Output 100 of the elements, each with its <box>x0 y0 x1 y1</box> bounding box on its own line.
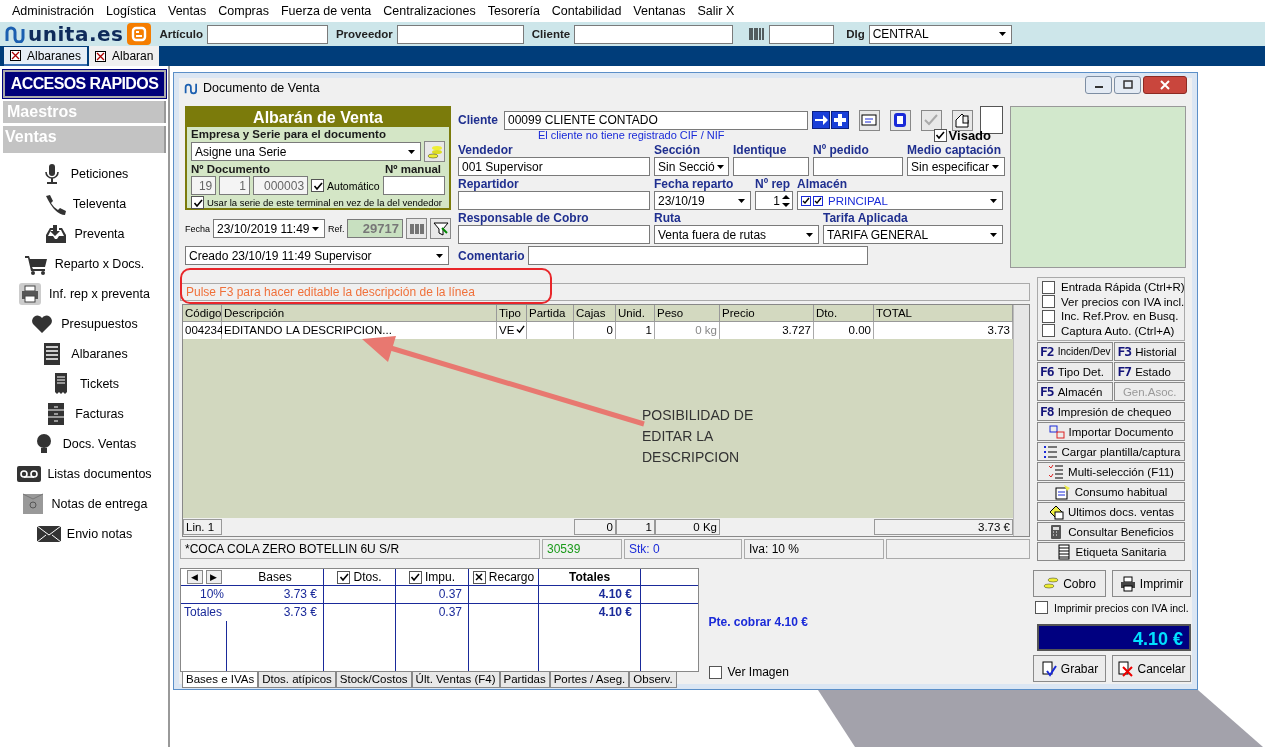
input-field[interactable] <box>769 24 835 44</box>
input-field[interactable] <box>813 157 903 176</box>
add-button[interactable] <box>830 111 849 129</box>
table-cell[interactable]: 3.73 <box>874 322 1013 339</box>
function-button[interactable]: F2 Inciden/Dev <box>1037 342 1114 361</box>
dropdown-field[interactable]: Sin Secció <box>654 157 729 176</box>
dropdown-field[interactable]: Creado 23/10/19 11:49 Supervisor <box>185 246 449 265</box>
menu-item[interactable]: Contabilidad <box>545 4 628 18</box>
dropdown-field[interactable]: Sin especificar <box>907 157 1005 176</box>
menu-item[interactable]: Fuerza de venta <box>274 4 378 18</box>
table-cell[interactable] <box>527 322 574 339</box>
checkbox[interactable] <box>311 179 325 192</box>
action-button[interactable]: Importar Documento <box>1037 422 1185 441</box>
sidebar-item[interactable]: Reparto x Docs. <box>54 257 145 271</box>
document-tab[interactable]: Albaranes <box>4 47 88 66</box>
input-field[interactable]: 00099 CLIENTE CONTADO <box>504 110 808 130</box>
dropdown-field[interactable]: 23/10/2019 11:49 <box>213 219 325 238</box>
input-field[interactable] <box>382 176 445 195</box>
minimize-button[interactable] <box>1085 76 1112 94</box>
menu-item[interactable]: Tesorería <box>481 4 546 18</box>
column-header[interactable]: Peso <box>655 305 720 322</box>
next-button[interactable]: ▶ <box>205 570 222 584</box>
checkbox[interactable] <box>1035 601 1048 614</box>
dropdown-field[interactable]: Venta fuera de rutas <box>654 225 819 244</box>
action-button[interactable]: Etiqueta Sanitaria <box>1037 542 1185 561</box>
close-icon[interactable] <box>95 50 107 62</box>
close-icon[interactable] <box>10 50 21 61</box>
spin-field[interactable]: 1 <box>755 191 793 210</box>
menu-item[interactable]: Compras <box>212 4 275 18</box>
checkbox[interactable] <box>409 570 422 584</box>
dropdown-field[interactable]: PRINCIPAL <box>797 191 1003 210</box>
dropdown-field[interactable]: Asigne una Serie <box>191 142 421 161</box>
barcode-button[interactable] <box>406 218 427 239</box>
cancel-button[interactable]: Cancelar <box>1112 655 1191 682</box>
blog-icon[interactable] <box>127 23 152 45</box>
print-button[interactable]: Imprimir <box>1112 570 1191 597</box>
panel-tab[interactable]: Dtos. atípicos <box>258 672 336 688</box>
sidebar-item[interactable]: Listas documentos <box>47 467 152 481</box>
close-button[interactable] <box>1143 76 1187 94</box>
panel-tab[interactable]: Partidas <box>499 672 550 688</box>
column-header[interactable]: Unid. <box>616 305 655 322</box>
table-cell[interactable]: 1 <box>616 322 655 339</box>
action-button[interactable]: Consultar Beneficios <box>1037 522 1185 541</box>
panel-tab[interactable]: Observ. <box>629 672 677 688</box>
input-field[interactable] <box>458 225 650 244</box>
checkbox[interactable] <box>191 196 204 209</box>
checkbox[interactable] <box>708 665 722 679</box>
menu-item[interactable]: Centralizaciones <box>377 4 482 18</box>
function-button[interactable]: F7 Estado <box>1114 362 1185 381</box>
panel-tab[interactable]: Stock/Costos <box>335 672 412 688</box>
sidebar-item[interactable]: Albaranes <box>71 347 128 361</box>
save-button[interactable]: Grabar <box>1033 655 1106 682</box>
go-button[interactable] <box>811 111 830 129</box>
function-button[interactable]: F5 Almacén <box>1037 382 1114 401</box>
menu-item[interactable]: Ventanas <box>627 4 692 18</box>
input-field[interactable] <box>396 24 524 44</box>
table-cell[interactable]: 004234 <box>183 322 222 339</box>
panel-tab[interactable]: Portes / Aseg. <box>549 672 630 688</box>
sidebar-item[interactable]: Tickets <box>79 377 120 391</box>
sidebar-item[interactable]: Presupuestos <box>61 317 138 331</box>
barcode-icon[interactable] <box>749 27 766 41</box>
column-header[interactable]: Dto. <box>814 305 874 322</box>
column-header[interactable]: Precio <box>720 305 814 322</box>
action-button[interactable]: Multi-selección (F11) <box>1037 462 1185 481</box>
checkbox[interactable] <box>1042 309 1055 323</box>
previous-button[interactable]: ◀ <box>186 570 203 584</box>
filter-button[interactable] <box>430 218 451 239</box>
column-header[interactable]: TOTAL <box>874 305 1013 322</box>
table-cell[interactable]: 0 <box>574 322 616 339</box>
checkbox[interactable] <box>1042 280 1055 294</box>
sidebar-item[interactable]: Envio notas <box>66 527 133 541</box>
action-button[interactable]: Ultimos docs. ventas <box>1037 502 1185 521</box>
checkbox[interactable] <box>1042 324 1055 338</box>
sidebar-item[interactable]: Docs. Ventas <box>62 437 137 451</box>
input-field[interactable] <box>527 246 868 265</box>
dropdown-field[interactable]: 23/10/19 <box>654 191 751 210</box>
input-field[interactable]: 001 Supervisor <box>458 157 650 176</box>
column-header[interactable]: Descripción <box>222 305 497 322</box>
menu-item[interactable]: Administración <box>6 4 100 18</box>
menu-item[interactable]: Salir X <box>691 4 741 18</box>
table-cell[interactable]: VE <box>497 322 527 339</box>
document-tab[interactable]: Albaran <box>89 46 160 66</box>
input-field[interactable] <box>733 157 809 176</box>
input-field[interactable] <box>206 24 328 44</box>
column-header[interactable]: Cajas <box>574 305 616 322</box>
scrollbar[interactable] <box>1013 305 1029 536</box>
function-button[interactable]: F8 Impresión de chequeo <box>1037 402 1185 421</box>
menu-item[interactable]: Ventas <box>162 4 213 18</box>
sidebar-item[interactable]: Televenta <box>72 197 127 211</box>
input-field[interactable] <box>574 24 734 44</box>
panel-tab[interactable]: Últ. Ventas (F4) <box>411 672 500 688</box>
card-button[interactable] <box>858 109 880 131</box>
sidebar-item[interactable]: Notas de entrega <box>51 497 148 511</box>
action-button[interactable]: Consumo habitual <box>1037 482 1185 501</box>
input-field[interactable] <box>458 191 650 210</box>
column-header[interactable]: Tipo <box>497 305 527 322</box>
table-cell[interactable]: 3.727 <box>720 322 814 339</box>
column-header[interactable]: Partida <box>527 305 574 322</box>
maximize-button[interactable] <box>1114 76 1141 94</box>
table-cell[interactable]: 0.00 <box>814 322 874 339</box>
